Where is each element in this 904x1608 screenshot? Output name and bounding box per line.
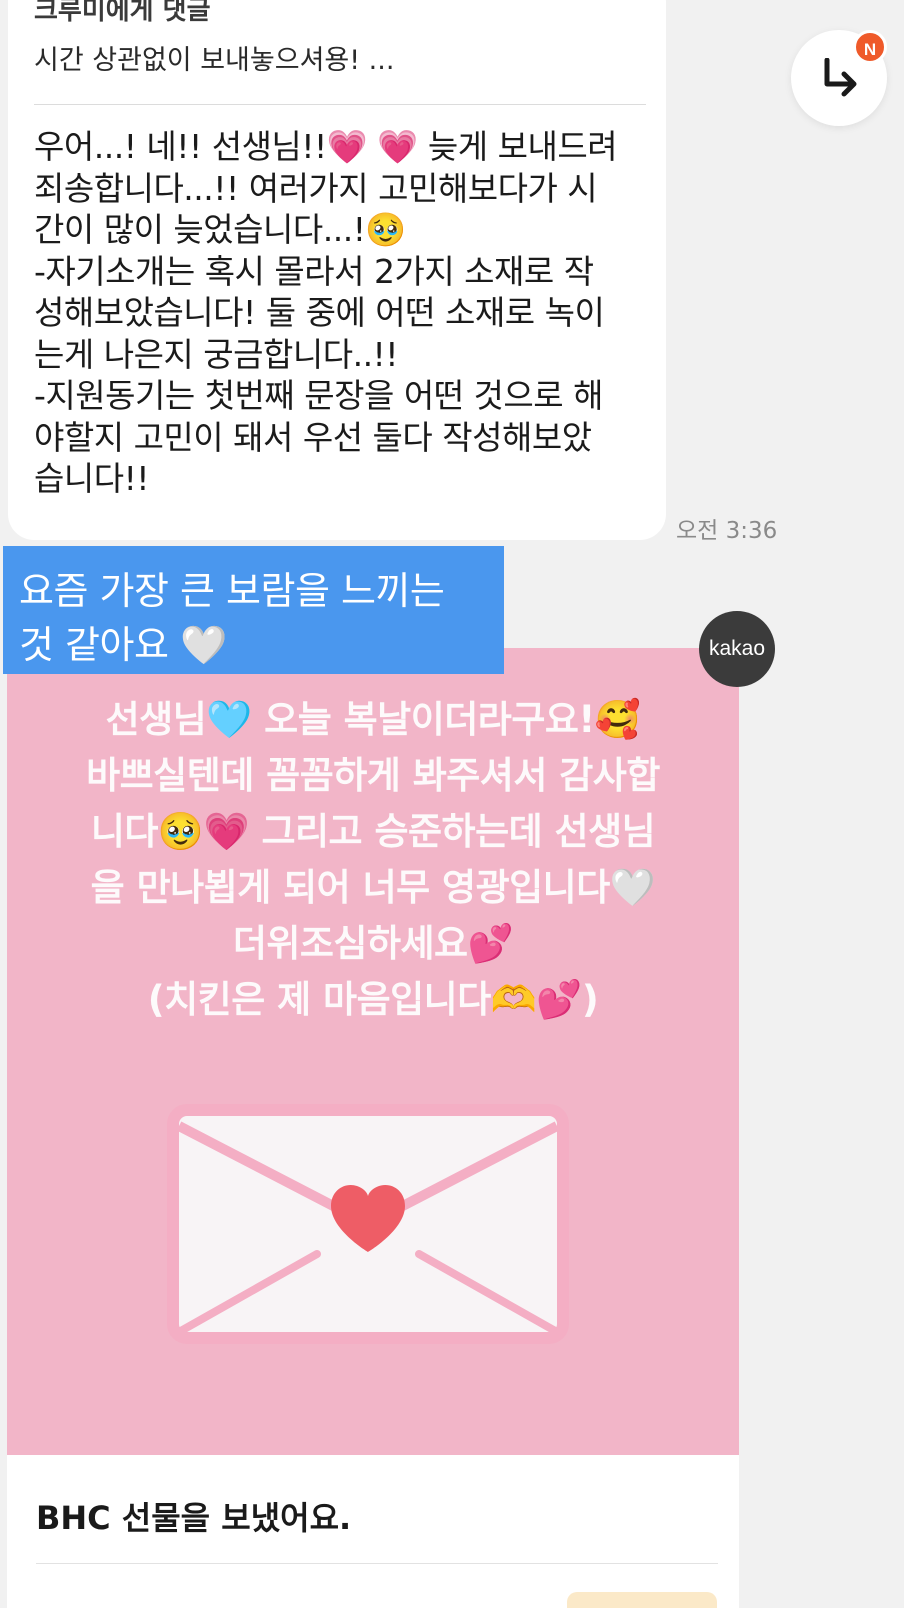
story-caption: 요즘 가장 큰 보람을 느끼는 것 같아요 🤍 [3,546,504,674]
gift-message: 선생님🩵 오늘 복날이더라구요!🥰 바쁘실텐데 꼼꼼하게 봐주셔서 감사합 니다… [7,692,739,1028]
gift-card-image: 선생님🩵 오늘 복날이더라구요!🥰 바쁘실텐데 꼼꼼하게 봐주셔서 감사합 니다… [7,648,739,1455]
message-line: 성해보았습니다! 둘 중에 어떤 소재로 녹이 [34,293,605,332]
message-bubble[interactable]: 크루미에게 댓글 시간 상관없이 보내놓으셔용! ... 우어...! 네!! … [8,0,666,540]
gift-divider [36,1563,718,1564]
caption-line: 요즘 가장 큰 보람을 느끼는 [19,569,445,613]
kakao-avatar[interactable]: kakao [699,611,775,687]
gift-message-line: 선생님🩵 오늘 복날이더라구요!🥰 [105,698,641,741]
caption-line: 것 같아요 🤍 [19,623,227,667]
message-line: 는게 나은지 궁금합니다..!! [34,334,399,374]
envelope-icon [167,1104,569,1344]
reply-button[interactable]: N [791,30,887,126]
new-badge: N [853,30,887,64]
message-text: 우어...! 네!! 선생님!!💗 💗 늦게 보내드려 죄송합니다...!! 여… [34,126,654,500]
gift-message-line: 바쁘실텐데 꼼꼼하게 봐주셔서 감사합 [86,754,660,797]
gift-message-line: 니다🥹💗 그리고 승준하는데 선생님 [90,810,656,853]
gift-title: BHC 선물을 보냈어요. [36,1499,352,1537]
reply-preview[interactable]: 시간 상관없이 보내놓으셔용! ... [34,38,394,77]
message-line: -지원동기는 첫번째 문장을 어떤 것으로 해 [34,376,603,415]
reply-header: 크루미에게 댓글 [34,0,211,26]
message-line: 야할지 고민이 돼서 우선 둘다 작성해보았 [34,417,592,457]
message-line: -자기소개는 혹시 몰라서 2가지 소재로 작 [34,251,594,291]
message-line: 습니다!! [34,459,150,498]
message-line: 죄송합니다...!! 여러가지 고민해보다가 시 [34,168,598,208]
message-timestamp: 오전 3:36 [676,518,778,544]
gift-message-line: 을 만나뵙게 되어 너무 영광입니다🤍 [90,866,656,909]
gift-card[interactable]: 선생님🩵 오늘 복날이더라구요!🥰 바쁘실텐데 꼼꼼하게 봐주셔서 감사합 니다… [7,648,739,1608]
gift-message-line: 더위조심하세요💕 [232,922,514,965]
message-line: 간이 많이 늦었습니다...!🥹 [34,210,407,249]
reply-divider [34,104,646,105]
gift-message-line: (치킨은 제 마음입니다🫶💕) [147,978,599,1021]
message-line: 우어...! 네!! 선생님!!💗 💗 늦게 보내드려 [34,127,618,166]
reply-arrow-icon [824,58,857,97]
gift-action-button[interactable] [567,1592,717,1608]
